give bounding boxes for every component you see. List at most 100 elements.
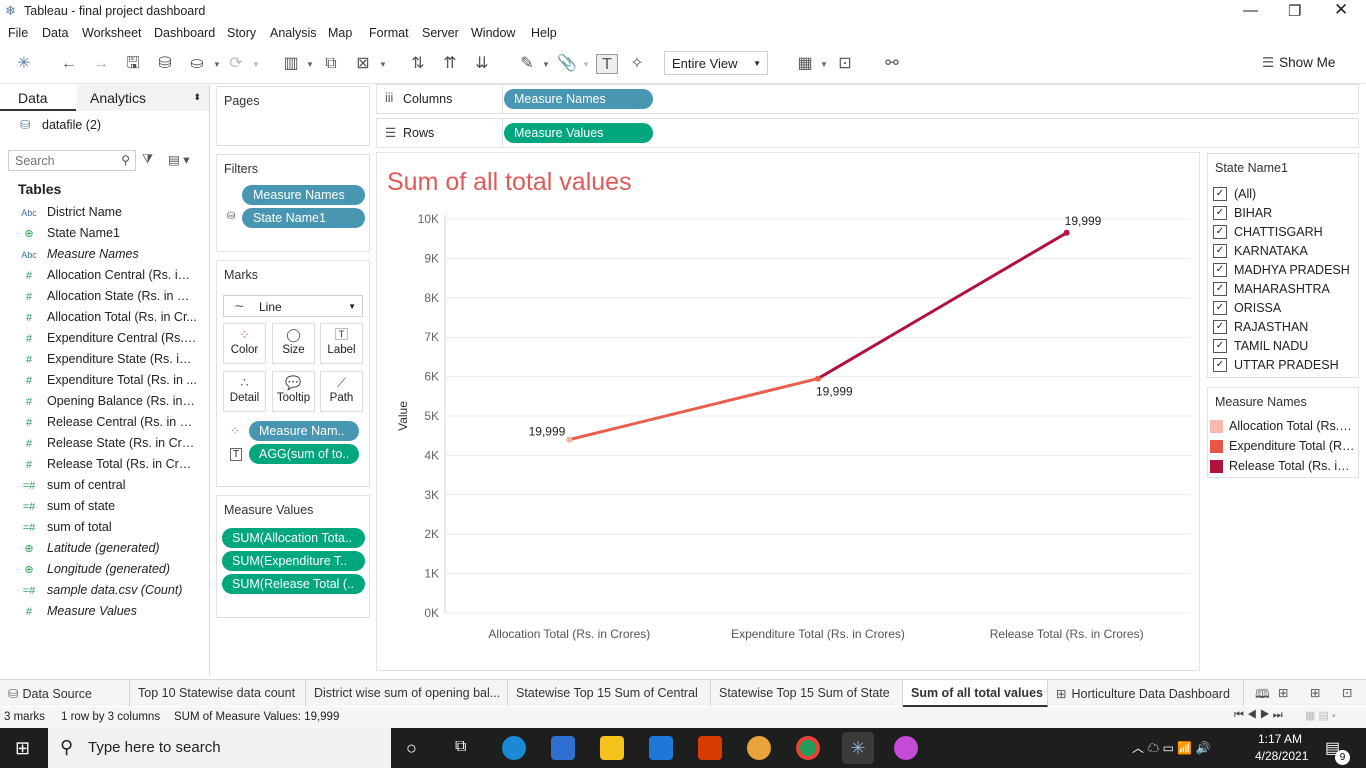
new-story-icon[interactable]: ⊡: [1342, 685, 1352, 700]
rows-shelf[interactable]: ☰ Rows Measure Values: [376, 118, 1359, 148]
fix-axes-icon[interactable]: ✧: [626, 54, 648, 74]
checkbox[interactable]: ✓: [1213, 358, 1227, 372]
columns-shelf[interactable]: iii Columns Measure Names: [376, 84, 1359, 114]
datasource-name[interactable]: datafile (2): [42, 118, 101, 132]
menu-dashboard[interactable]: Dashboard: [154, 26, 215, 40]
pages-card[interactable]: Pages: [216, 86, 370, 146]
paint3d-icon[interactable]: [894, 736, 918, 760]
tab-statewise-central[interactable]: Statewise Top 15 Sum of Central: [508, 680, 711, 707]
tab-statewise-state[interactable]: Statewise Top 15 Sum of State: [711, 680, 903, 707]
close-icon[interactable]: ✕: [1334, 0, 1348, 20]
field-item[interactable]: # Expenditure Central (Rs. i...: [20, 331, 197, 345]
clear-sheet-icon[interactable]: ⊠: [352, 54, 374, 74]
chevron-down-icon[interactable]: ▼: [252, 60, 260, 69]
path-button[interactable]: ⟋ Path: [320, 371, 363, 412]
minimize-icon[interactable]: —: [1243, 2, 1258, 19]
mark-type-dropdown[interactable]: ∼ Line ▼: [223, 295, 363, 317]
menu-help[interactable]: Help: [531, 26, 557, 40]
tooltip-button[interactable]: 💬 Tooltip: [272, 371, 315, 412]
menu-server[interactable]: Server: [422, 26, 459, 40]
chevron-down-icon[interactable]: ▼: [306, 60, 314, 69]
measure-pill-allocation[interactable]: SUM(Allocation Tota..: [222, 528, 365, 548]
tab-data-source[interactable]: ⛁ Data Source: [0, 680, 130, 707]
field-item[interactable]: # Expenditure State (Rs. in ...: [20, 352, 197, 366]
color-button[interactable]: ⁘ Color: [223, 323, 266, 364]
field-item[interactable]: # Expenditure Total (Rs. in ...: [20, 373, 197, 387]
highlight-icon[interactable]: ✎: [516, 54, 538, 74]
sort-descending-icon[interactable]: ⇊: [471, 54, 493, 74]
field-item[interactable]: # Release State (Rs. in Cror...: [20, 436, 197, 450]
checkbox[interactable]: ✓: [1213, 225, 1227, 239]
task-view-icon[interactable]: ⧉: [455, 738, 466, 756]
system-tray-icons[interactable]: ︿ ☁ ▭ 📶 🔊: [1132, 739, 1211, 756]
marks-pill-agg-sum[interactable]: AGG(sum of to..: [249, 444, 359, 464]
menu-format[interactable]: Format: [369, 26, 409, 40]
chevron-down-icon[interactable]: ▼: [379, 60, 387, 69]
field-item[interactable]: =# sample data.csv (Count): [20, 583, 197, 597]
legend-label[interactable]: Release Total (Rs. in Crores): [1229, 459, 1355, 473]
field-item[interactable]: # Measure Values: [20, 604, 197, 618]
chevron-down-icon[interactable]: ▼: [213, 60, 221, 69]
view-toggle-icons[interactable]: ▦ ▤ ▪: [1305, 709, 1336, 722]
checkbox[interactable]: ✓: [1213, 206, 1227, 220]
filter-icon[interactable]: ⧩: [142, 152, 153, 167]
new-worksheet-icon[interactable]: ▥: [280, 54, 302, 74]
menu-map[interactable]: Map: [328, 26, 352, 40]
filter-pill-measure-names[interactable]: Measure Names: [242, 185, 365, 205]
measure-pill-release[interactable]: SUM(Release Total (..: [222, 574, 365, 594]
tab-top10[interactable]: Top 10 Statewise data count: [130, 680, 306, 707]
refresh-icon[interactable]: ⟳: [225, 54, 247, 74]
tab-data[interactable]: Data: [0, 85, 76, 111]
checkbox[interactable]: ✓: [1213, 187, 1227, 201]
swap-rows-columns-icon[interactable]: ⇅: [407, 54, 429, 74]
tab-horticulture-dashboard[interactable]: ⊞ Horticulture Data Dashboard: [1048, 680, 1244, 707]
new-dashboard-icon[interactable]: ⊞: [1310, 685, 1320, 700]
data-point[interactable]: [1063, 229, 1070, 236]
menu-file[interactable]: File: [8, 26, 28, 40]
fit-dropdown[interactable]: Entire View ▼: [664, 51, 768, 75]
sort-ascending-icon[interactable]: ⇈: [439, 54, 461, 74]
checkbox[interactable]: ✓: [1213, 320, 1227, 334]
menu-worksheet[interactable]: Worksheet: [82, 26, 142, 40]
field-item[interactable]: ⊕ State Name1: [20, 226, 197, 240]
data-point[interactable]: [566, 436, 573, 443]
checkbox[interactable]: ✓: [1213, 244, 1227, 258]
restore-icon[interactable]: ❐: [1288, 2, 1301, 20]
field-item[interactable]: =# sum of state: [20, 499, 197, 513]
pause-updates-icon[interactable]: ⛀: [186, 54, 208, 74]
cortana-icon[interactable]: ○: [406, 738, 417, 759]
tab-district-wise[interactable]: District wise sum of opening bal...: [306, 680, 508, 707]
duplicate-sheet-icon[interactable]: ⧉: [320, 54, 342, 74]
field-item[interactable]: # Opening Balance (Rs. in C...: [20, 394, 197, 408]
search-field[interactable]: ⚲: [8, 150, 136, 171]
measure-pill-expenditure[interactable]: SUM(Expenditure T..: [222, 551, 365, 571]
filter-pill-state-name[interactable]: State Name1: [242, 208, 365, 228]
new-datasource-icon[interactable]: ⛁: [154, 54, 176, 74]
tab-analytics[interactable]: Analytics ⬍: [77, 85, 209, 111]
field-item[interactable]: Abc District Name: [20, 205, 197, 219]
viz-area[interactable]: Sum of all total values 0K 1K 2K 3K 4K 5K 6K 7K…: [376, 152, 1200, 671]
data-point[interactable]: [815, 375, 821, 382]
clock-time[interactable]: 1:17 AM: [1258, 732, 1302, 746]
detail-button[interactable]: ∴ Detail: [223, 371, 266, 412]
undo-icon[interactable]: ←: [58, 54, 80, 74]
redo-icon[interactable]: →: [90, 54, 112, 74]
tab-sum-all-total[interactable]: Sum of all total values: [903, 680, 1048, 707]
group-members-icon[interactable]: 📎: [556, 54, 578, 74]
mail-icon[interactable]: [649, 736, 673, 760]
field-item[interactable]: # Release Central (Rs. in Cr...: [20, 415, 197, 429]
share-icon[interactable]: ⚯: [881, 54, 903, 74]
chevron-down-icon[interactable]: ▼: [582, 60, 590, 69]
chrome-icon[interactable]: [796, 736, 820, 760]
taskbar-search[interactable]: ⚲ Type here to search: [48, 728, 391, 768]
sheet-sorter-icon[interactable]: 🕮: [1255, 685, 1270, 706]
line-chart[interactable]: 0K 1K 2K 3K 4K 5K 6K 7K 8K 9K 10K Value Allocation T…: [377, 153, 1201, 672]
tableau-home-icon[interactable]: ✳: [13, 54, 35, 74]
menu-story[interactable]: Story: [227, 26, 256, 40]
view-options-icon[interactable]: ▤ ▾: [168, 152, 190, 167]
presentation-mode-icon[interactable]: ⊡: [834, 54, 856, 74]
menu-window[interactable]: Window: [471, 26, 515, 40]
checkbox[interactable]: ✓: [1213, 339, 1227, 353]
legend-label[interactable]: Allocation Total (Rs. in Crores): [1229, 419, 1355, 433]
store-icon[interactable]: [551, 736, 575, 760]
